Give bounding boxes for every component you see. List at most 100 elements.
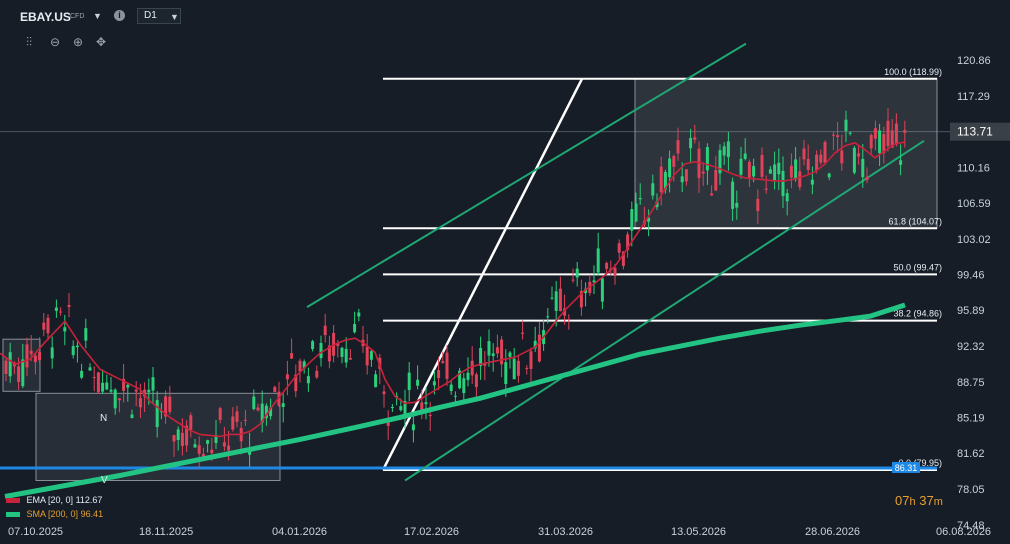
candle-body <box>130 414 134 418</box>
ema-legend-value: 112.67 <box>75 495 103 505</box>
candle-body <box>600 278 604 302</box>
ema-legend-label: EMA [20, 0] <box>26 495 74 505</box>
candle-body <box>445 352 449 379</box>
ema-legend[interactable]: EMA [20, 0] 112.67 <box>6 495 102 505</box>
candle-body <box>491 353 495 357</box>
candle-body <box>147 389 151 393</box>
candle-body <box>516 360 520 376</box>
candle-body <box>525 367 529 369</box>
y-tick-label: 99.46 <box>957 269 985 281</box>
countdown-minutes: 37 <box>919 493 934 508</box>
candle-body <box>668 158 672 178</box>
candle-body <box>59 311 63 313</box>
x-tick-label: 13.05.2026 <box>671 526 726 538</box>
candle-body <box>794 159 798 180</box>
info-icon[interactable]: i <box>114 10 125 21</box>
sma-legend[interactable]: SMA [200, 0] 96.41 <box>6 509 103 519</box>
candle-body <box>227 445 231 451</box>
candle-body <box>311 341 315 350</box>
candle-body <box>453 395 457 397</box>
candle-body <box>109 389 113 392</box>
candle-body <box>567 319 571 321</box>
countdown-m: m <box>933 496 943 508</box>
candle-countdown: 07h 37m <box>895 493 943 508</box>
candle-body <box>827 173 831 178</box>
candle-body <box>819 154 823 163</box>
candle-body <box>613 267 617 277</box>
candle-body <box>50 347 54 359</box>
candle-body <box>521 332 525 334</box>
x-tick-label: 17.02.2026 <box>404 526 459 538</box>
candle-body <box>865 176 869 181</box>
candle-body <box>126 384 130 388</box>
candles-icon[interactable]: ⫶⫶ <box>26 35 32 50</box>
candle-body <box>348 358 352 360</box>
candle-body <box>80 370 84 378</box>
candle-body <box>101 382 105 392</box>
candle-body <box>117 398 121 401</box>
candle-body <box>869 135 873 149</box>
candle-body <box>810 179 814 185</box>
crosshair-icon[interactable]: ✥ <box>96 35 106 49</box>
last-label: 86.31 <box>895 463 918 473</box>
candle-body <box>844 119 848 131</box>
chevron-down-icon[interactable]: ▼ <box>170 10 179 24</box>
candle-body <box>693 137 697 140</box>
candle-body <box>756 198 760 212</box>
candle-body <box>210 449 214 454</box>
candle-body <box>92 376 96 378</box>
candle-body <box>731 181 735 209</box>
range-box <box>634 78 938 229</box>
candle-body <box>743 153 747 159</box>
candle-body <box>504 362 508 384</box>
candle-body <box>38 352 42 361</box>
candle-body <box>836 135 840 138</box>
candle-body <box>550 297 554 299</box>
candle-body <box>113 389 117 409</box>
candle-body <box>424 402 428 405</box>
candle-body <box>777 162 781 175</box>
candle-body <box>344 348 348 363</box>
x-tick-label: 07.10.2025 <box>8 526 63 538</box>
price-chart[interactable]: 120.86117.29113.71110.16106.59103.0299.4… <box>0 0 1010 544</box>
candle-body <box>46 317 50 334</box>
candle-body <box>172 435 176 442</box>
candle-body <box>474 374 478 387</box>
candle-body <box>764 188 768 190</box>
fib-level-label: 38.2 (94.86) <box>893 309 942 319</box>
zoom-out-icon[interactable]: ⊖ <box>50 35 60 49</box>
zoom-in-icon[interactable]: ⊕ <box>73 35 83 49</box>
timeframe-select[interactable]: D1 ▼ <box>137 8 181 24</box>
candle-body <box>634 203 638 222</box>
chart-toolbar: EBAY.US CFD ▼ i D1 ▼ ⫶⫶ ⊖ ⊕ ✥ <box>0 0 1010 60</box>
candle-body <box>437 370 441 379</box>
symbol-dropdown-icon[interactable]: ▼ <box>93 11 102 21</box>
fib-level-label: 61.8 (104.07) <box>888 216 942 226</box>
candle-body <box>617 243 621 253</box>
candle-body <box>558 288 562 312</box>
candle-body <box>752 166 756 177</box>
candle-body <box>831 134 835 136</box>
candle-body <box>726 141 730 158</box>
candle-body <box>306 376 310 384</box>
symbol-name[interactable]: EBAY.US <box>20 10 71 24</box>
countdown-hours: 07 <box>895 493 910 508</box>
candle-body <box>176 429 180 440</box>
candle-body <box>676 140 680 154</box>
candle-body <box>432 381 436 386</box>
sma-legend-label: SMA [200, 0] <box>26 509 79 519</box>
candle-body <box>441 361 445 363</box>
candle-body <box>222 442 226 447</box>
candle-body <box>75 345 79 348</box>
y-tick-label: 81.62 <box>957 448 985 460</box>
sma-legend-swatch <box>6 512 20 518</box>
y-tick-label: 110.16 <box>957 162 990 174</box>
candle-body <box>42 322 46 330</box>
candle-body <box>701 171 705 174</box>
candle-body <box>689 137 693 149</box>
candle-body <box>722 146 726 156</box>
candle-body <box>315 370 319 378</box>
candle-body <box>340 347 344 357</box>
candle-body <box>815 154 819 171</box>
candle-body <box>878 130 882 154</box>
